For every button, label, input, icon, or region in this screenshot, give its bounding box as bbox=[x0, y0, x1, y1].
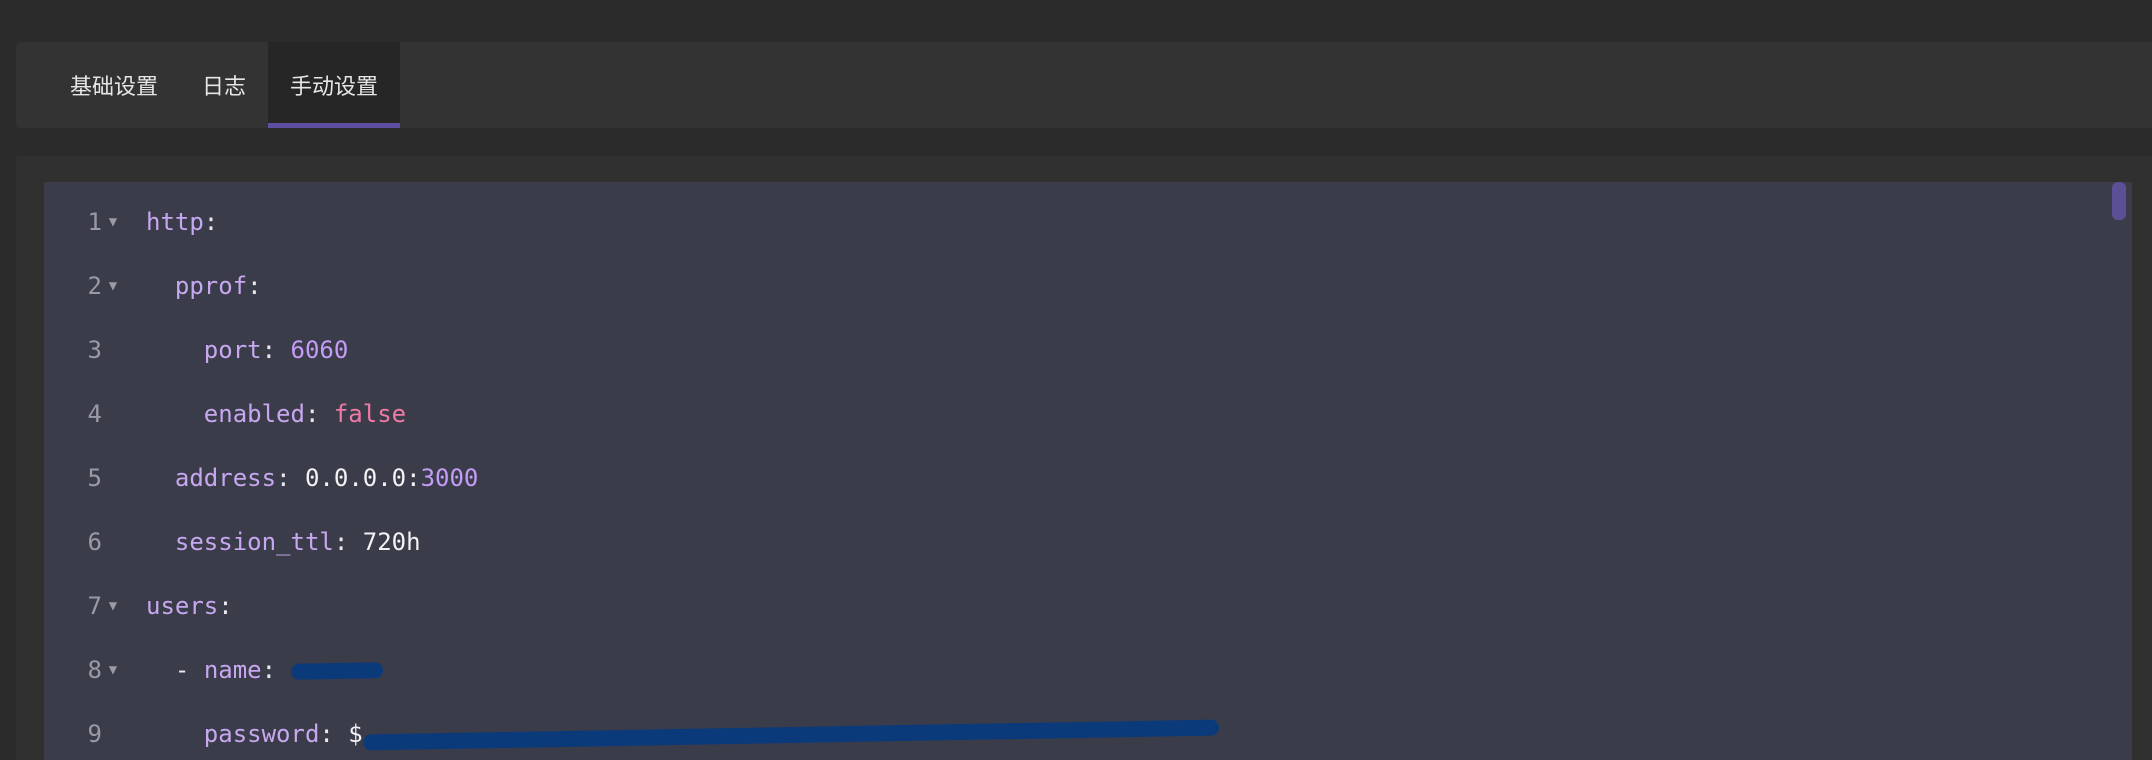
yaml-key: http bbox=[146, 208, 204, 236]
yaml-value: false bbox=[333, 400, 407, 428]
editor-scrollbar-thumb[interactable] bbox=[2112, 182, 2126, 220]
line-number: 4 bbox=[87, 400, 102, 428]
code-line: 3 port: 6060 bbox=[87, 336, 349, 364]
line-number: 1 bbox=[87, 208, 102, 236]
yaml-code-editor[interactable]: 1 ▼ http: 2 ▼ pprof: 3 port: 6060 4 enable… bbox=[44, 182, 2132, 760]
redaction-mark bbox=[362, 719, 1219, 751]
caret-down-icon[interactable]: ▼ bbox=[102, 278, 124, 294]
line-number: 5 bbox=[87, 464, 102, 492]
line-number: 9 bbox=[87, 720, 102, 748]
yaml-key: users bbox=[146, 592, 219, 620]
yaml-value: 6060 bbox=[290, 336, 349, 364]
caret-down-icon[interactable]: ▼ bbox=[102, 214, 124, 230]
yaml-value-port: 3000 bbox=[420, 464, 479, 492]
line-number: 8 bbox=[87, 656, 102, 684]
tab-logs[interactable]: 日志 bbox=[180, 42, 268, 128]
yaml-key: name bbox=[203, 656, 262, 684]
yaml-key: session_ttl bbox=[174, 528, 334, 556]
line-number: 7 bbox=[87, 592, 102, 620]
code-line: 7 ▼ users: bbox=[87, 592, 233, 620]
redaction-mark bbox=[290, 662, 383, 680]
yaml-value: 720h bbox=[362, 528, 421, 556]
tab-basic-settings[interactable]: 基础设置 bbox=[48, 42, 180, 128]
code-line: 5 address: 0.0.0.0:3000 bbox=[87, 464, 479, 492]
yaml-key: enabled bbox=[203, 400, 305, 428]
yaml-key: address bbox=[174, 464, 277, 492]
line-number: 2 bbox=[87, 272, 102, 300]
code-line: 9 password: $ bbox=[44, 714, 2104, 754]
line-number: 3 bbox=[87, 336, 102, 364]
yaml-value: $ bbox=[348, 720, 363, 748]
caret-down-icon[interactable]: ▼ bbox=[102, 662, 124, 678]
yaml-key: pprof bbox=[174, 272, 248, 300]
code-line: 4 enabled: false bbox=[87, 400, 407, 428]
tab-manual-settings[interactable]: 手动设置 bbox=[268, 42, 401, 128]
line-number: 6 bbox=[87, 528, 102, 556]
code-line: 6 session_ttl: 720h bbox=[87, 528, 421, 556]
yaml-value: 0.0.0.0: bbox=[304, 464, 421, 492]
yaml-key: port bbox=[203, 336, 262, 364]
code-line: 1 ▼ http: bbox=[87, 208, 219, 236]
code-line: 2 ▼ pprof: bbox=[87, 272, 262, 300]
yaml-key: password bbox=[203, 720, 320, 748]
code-line: 8 ▼ - name: bbox=[44, 650, 2104, 690]
caret-down-icon[interactable]: ▼ bbox=[102, 598, 124, 614]
settings-tabbar: 基础设置 日志 手动设置 bbox=[16, 42, 2152, 128]
